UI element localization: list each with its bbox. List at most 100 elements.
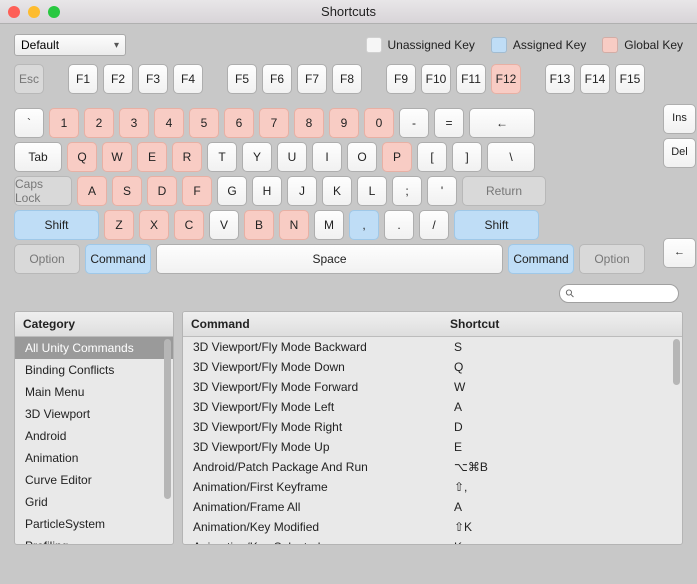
key--[interactable]: ← <box>469 108 535 138</box>
key-7[interactable]: 7 <box>259 108 289 138</box>
key-shift[interactable]: Shift <box>14 210 99 240</box>
key-z[interactable]: Z <box>104 210 134 240</box>
key-caps-lock[interactable]: Caps Lock <box>14 176 72 206</box>
command-row[interactable]: Animation/Key Modified⇧K <box>183 517 682 537</box>
close-button[interactable] <box>8 6 20 18</box>
command-row[interactable]: 3D Viewport/Fly Mode BackwardS <box>183 337 682 357</box>
command-row[interactable]: Animation/Frame AllA <box>183 497 682 517</box>
key-f14[interactable]: F14 <box>580 64 610 94</box>
key-f15[interactable]: F15 <box>615 64 645 94</box>
profile-dropdown[interactable]: Default ▾ <box>14 34 126 56</box>
key--[interactable]: ] <box>452 142 482 172</box>
key--[interactable]: [ <box>417 142 447 172</box>
key-w[interactable]: W <box>102 142 132 172</box>
key-space[interactable]: Space <box>156 244 503 274</box>
key-f5[interactable]: F5 <box>227 64 257 94</box>
key--[interactable]: ← <box>663 238 696 268</box>
key-f12[interactable]: F12 <box>491 64 521 94</box>
key-b[interactable]: B <box>244 210 274 240</box>
key-h[interactable]: H <box>252 176 282 206</box>
key--[interactable]: . <box>384 210 414 240</box>
maximize-button[interactable] <box>48 6 60 18</box>
key-p[interactable]: P <box>382 142 412 172</box>
key-f3[interactable]: F3 <box>138 64 168 94</box>
key-del[interactable]: Del <box>663 138 696 168</box>
search-input[interactable]: ⚲ <box>559 284 679 303</box>
scrollbar[interactable] <box>673 339 680 385</box>
key--[interactable]: = <box>434 108 464 138</box>
key-s[interactable]: S <box>112 176 142 206</box>
key-shift[interactable]: Shift <box>454 210 539 240</box>
key-8[interactable]: 8 <box>294 108 324 138</box>
key-f1[interactable]: F1 <box>68 64 98 94</box>
key-command[interactable]: Command <box>85 244 151 274</box>
key-2[interactable]: 2 <box>84 108 114 138</box>
command-row[interactable]: Android/Patch Package And Run⌥⌘B <box>183 457 682 477</box>
key-i[interactable]: I <box>312 142 342 172</box>
category-item[interactable]: ParticleSystem <box>15 513 173 535</box>
key-f8[interactable]: F8 <box>332 64 362 94</box>
key--[interactable]: , <box>349 210 379 240</box>
key-f9[interactable]: F9 <box>386 64 416 94</box>
key-k[interactable]: K <box>322 176 352 206</box>
key-1[interactable]: 1 <box>49 108 79 138</box>
key--[interactable]: / <box>419 210 449 240</box>
key--[interactable]: \ <box>487 142 535 172</box>
key-f13[interactable]: F13 <box>545 64 575 94</box>
key-f[interactable]: F <box>182 176 212 206</box>
command-row[interactable]: Animation/First Keyframe⇧, <box>183 477 682 497</box>
category-item[interactable]: Curve Editor <box>15 469 173 491</box>
key-esc[interactable]: Esc <box>14 64 44 94</box>
key-a[interactable]: A <box>77 176 107 206</box>
command-row[interactable]: 3D Viewport/Fly Mode RightD <box>183 417 682 437</box>
command-row[interactable]: 3D Viewport/Fly Mode ForwardW <box>183 377 682 397</box>
key-5[interactable]: 5 <box>189 108 219 138</box>
key-f7[interactable]: F7 <box>297 64 327 94</box>
key-f6[interactable]: F6 <box>262 64 292 94</box>
key-t[interactable]: T <box>207 142 237 172</box>
key--[interactable]: ' <box>427 176 457 206</box>
category-item[interactable]: Animation <box>15 447 173 469</box>
key-g[interactable]: G <box>217 176 247 206</box>
category-item[interactable]: Binding Conflicts <box>15 359 173 381</box>
scrollbar[interactable] <box>164 339 171 499</box>
key-y[interactable]: Y <box>242 142 272 172</box>
key-j[interactable]: J <box>287 176 317 206</box>
key-c[interactable]: C <box>174 210 204 240</box>
category-item[interactable]: 3D Viewport <box>15 403 173 425</box>
minimize-button[interactable] <box>28 6 40 18</box>
key-option[interactable]: Option <box>579 244 645 274</box>
key-0[interactable]: 0 <box>364 108 394 138</box>
category-item[interactable]: Profiling <box>15 535 173 544</box>
category-item[interactable]: Grid <box>15 491 173 513</box>
key-r[interactable]: R <box>172 142 202 172</box>
command-row[interactable]: 3D Viewport/Fly Mode UpE <box>183 437 682 457</box>
key-tab[interactable]: Tab <box>14 142 62 172</box>
key-o[interactable]: O <box>347 142 377 172</box>
command-row[interactable]: Animation/Key SelectedK <box>183 537 682 544</box>
key-3[interactable]: 3 <box>119 108 149 138</box>
key-d[interactable]: D <box>147 176 177 206</box>
key-9[interactable]: 9 <box>329 108 359 138</box>
key-option[interactable]: Option <box>14 244 80 274</box>
key-u[interactable]: U <box>277 142 307 172</box>
key--[interactable]: ` <box>14 108 44 138</box>
key-x[interactable]: X <box>139 210 169 240</box>
key-6[interactable]: 6 <box>224 108 254 138</box>
key-v[interactable]: V <box>209 210 239 240</box>
key--[interactable]: - <box>399 108 429 138</box>
key-f10[interactable]: F10 <box>421 64 451 94</box>
key-f2[interactable]: F2 <box>103 64 133 94</box>
key-f4[interactable]: F4 <box>173 64 203 94</box>
category-item[interactable]: Android <box>15 425 173 447</box>
key-e[interactable]: E <box>137 142 167 172</box>
key-f11[interactable]: F11 <box>456 64 486 94</box>
key-q[interactable]: Q <box>67 142 97 172</box>
key-ins[interactable]: Ins <box>663 104 696 134</box>
key--[interactable]: ; <box>392 176 422 206</box>
key-m[interactable]: M <box>314 210 344 240</box>
key-l[interactable]: L <box>357 176 387 206</box>
key-4[interactable]: 4 <box>154 108 184 138</box>
key-n[interactable]: N <box>279 210 309 240</box>
key-return[interactable]: Return <box>462 176 546 206</box>
